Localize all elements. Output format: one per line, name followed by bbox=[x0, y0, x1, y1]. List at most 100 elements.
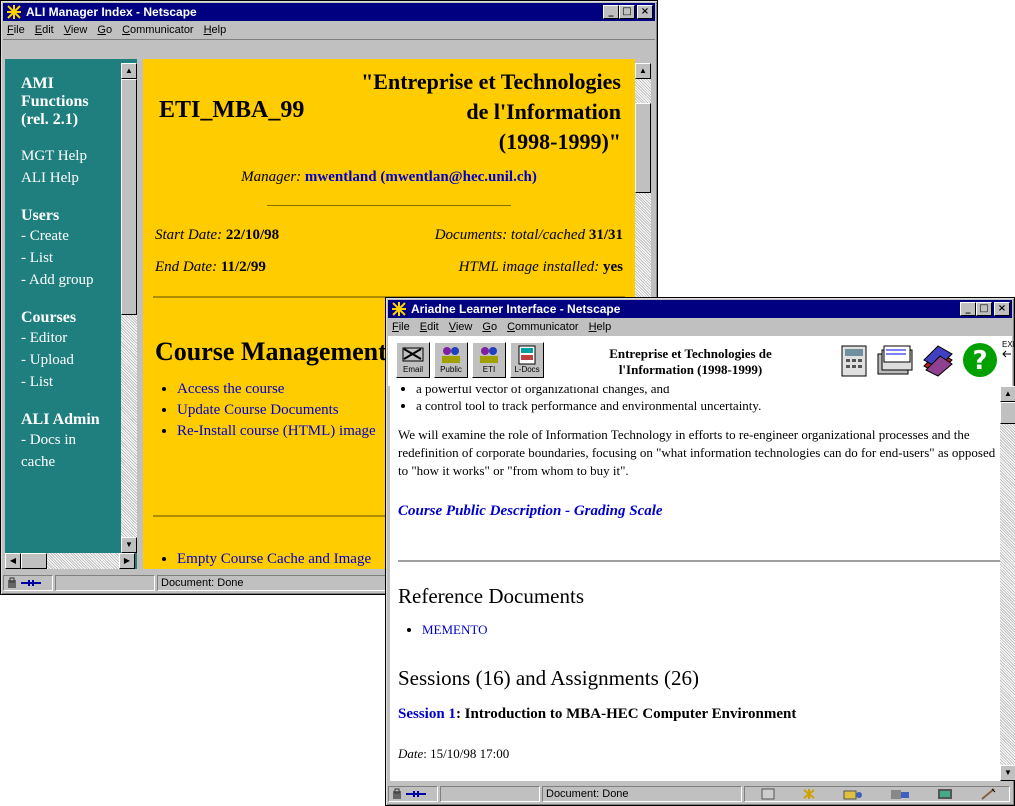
close-button[interactable]: × bbox=[637, 5, 653, 19]
manager-email-link[interactable]: (mwentlan@hec.unil.ch) bbox=[380, 169, 536, 185]
info-scroll-up-button[interactable]: ▲ bbox=[635, 63, 651, 79]
course-code: ETI_MBA_99 bbox=[159, 97, 305, 123]
minimize-button[interactable]: _ bbox=[603, 5, 619, 19]
eti-icon bbox=[480, 347, 498, 363]
navigator-icon[interactable] bbox=[761, 788, 775, 800]
learner-scroll-down-button[interactable]: ▼ bbox=[1000, 765, 1015, 781]
start-date-label: Start Date bbox=[155, 227, 218, 243]
hscroll-thumb[interactable] bbox=[21, 553, 47, 569]
netscape-icon bbox=[391, 301, 407, 317]
docs-in-cache-link-2[interactable]: cache bbox=[21, 451, 121, 473]
documents-label: Documents: total/cached bbox=[434, 227, 586, 243]
card-file-icon[interactable] bbox=[876, 344, 914, 378]
maintenance-list: Empty Course Cache and Image bbox=[157, 551, 371, 568]
menu-go[interactable]: Go bbox=[97, 24, 112, 36]
maximize-button[interactable]: □ bbox=[619, 5, 635, 19]
learner-status-text: Document: Done bbox=[542, 786, 742, 802]
reinstall-image-link[interactable]: Re-Install course (HTML) image bbox=[177, 423, 376, 439]
menu-file[interactable]: File bbox=[7, 24, 25, 36]
functions-hscrollbar[interactable]: ◀ ▶ bbox=[5, 553, 135, 569]
public-button[interactable]: Public bbox=[434, 342, 468, 378]
update-docs-link[interactable]: Update Course Documents bbox=[177, 402, 339, 418]
functions-heading-2: Functions bbox=[21, 93, 89, 110]
menu-edit[interactable]: Edit bbox=[35, 24, 54, 36]
menu-help[interactable]: Help bbox=[589, 321, 612, 333]
learner-statusbar: Document: Done bbox=[388, 785, 1012, 803]
empty-cache-link[interactable]: Empty Course Cache and Image bbox=[177, 551, 371, 567]
scroll-left-button[interactable]: ◀ bbox=[5, 553, 21, 569]
end-date-value: 11/2/99 bbox=[220, 259, 266, 275]
maximize-button[interactable]: □ bbox=[976, 302, 992, 316]
documents-value: 31/31 bbox=[588, 227, 623, 243]
manager-name-link[interactable]: mwentland bbox=[305, 169, 377, 185]
netscape-icon[interactable] bbox=[802, 788, 816, 800]
help-icon[interactable]: ? bbox=[962, 342, 998, 378]
progress-cell bbox=[440, 786, 540, 802]
mgt-help-link[interactable]: MGT Help bbox=[21, 145, 121, 167]
discussion-icon[interactable] bbox=[890, 788, 910, 800]
scroll-thumb[interactable] bbox=[121, 79, 137, 315]
memento-link[interactable]: MEMENTO bbox=[422, 622, 487, 637]
html-image-value: yes bbox=[603, 259, 623, 275]
component-bar bbox=[744, 786, 1010, 802]
close-button[interactable]: × bbox=[994, 302, 1010, 316]
menu-view[interactable]: View bbox=[64, 24, 88, 36]
info-scroll-thumb[interactable] bbox=[635, 103, 651, 193]
users-add-group-link[interactable]: - Add group bbox=[21, 269, 121, 291]
menu-go[interactable]: Go bbox=[482, 321, 497, 333]
ali-help-link[interactable]: ALI Help bbox=[21, 167, 121, 189]
menu-edit[interactable]: Edit bbox=[420, 321, 439, 333]
menu-communicator[interactable]: Communicator bbox=[122, 24, 194, 36]
course-title-line-1: "Entreprise et Technologies bbox=[361, 69, 621, 94]
exit-arrow-icon bbox=[1002, 350, 1011, 358]
scroll-down-button[interactable]: ▼ bbox=[121, 537, 137, 553]
edit-icon[interactable] bbox=[980, 788, 996, 800]
users-create-link[interactable]: - Create bbox=[21, 225, 121, 247]
course-title-line-3: (1998-1999)" bbox=[498, 129, 621, 154]
email-button[interactable]: Email bbox=[396, 342, 430, 378]
eti-button[interactable]: ETI bbox=[472, 342, 506, 378]
exit-label: EXIT bbox=[1002, 340, 1015, 349]
functions-scrollbar[interactable]: ▲ ▼ bbox=[121, 63, 137, 553]
docs-in-cache-link[interactable]: - Docs in bbox=[21, 429, 121, 451]
users-list-link[interactable]: - List bbox=[21, 247, 121, 269]
learner-scroll-thumb[interactable] bbox=[1000, 402, 1015, 424]
manager-menubar: File Edit View Go Communicator Help bbox=[3, 21, 655, 39]
public-description-link[interactable]: Course Public Description - Grading Scal… bbox=[398, 503, 663, 520]
public-icon bbox=[442, 347, 460, 363]
access-course-link[interactable]: Access the course bbox=[177, 381, 284, 397]
l-docs-icon bbox=[518, 345, 536, 365]
scroll-right-button[interactable]: ▶ bbox=[119, 553, 135, 569]
menu-file[interactable]: File bbox=[392, 321, 410, 333]
session-1-title: : Introduction to MBA-HEC Computer Envir… bbox=[455, 706, 797, 722]
mail-icon[interactable] bbox=[843, 788, 863, 800]
scroll-up-button[interactable]: ▲ bbox=[121, 63, 137, 79]
learner-scrollbar[interactable]: ▲ ▼ bbox=[1000, 386, 1015, 781]
manager-titlebar[interactable]: ALI Manager Index - Netscape _ □ × bbox=[3, 3, 655, 21]
security-icon[interactable] bbox=[388, 786, 438, 802]
learner-scroll-up-button[interactable]: ▲ bbox=[1000, 386, 1015, 402]
bullet-1: a powerful vector of organizational chan… bbox=[416, 386, 670, 396]
courses-upload-link[interactable]: - Upload bbox=[21, 349, 121, 371]
session-1-link[interactable]: Session 1 bbox=[398, 706, 456, 722]
progress-cell bbox=[55, 575, 155, 591]
netscape-icon bbox=[6, 4, 22, 20]
menu-view[interactable]: View bbox=[449, 321, 473, 333]
html-image-label: HTML image installed bbox=[458, 259, 595, 275]
calculator-icon[interactable] bbox=[840, 344, 870, 378]
menu-communicator[interactable]: Communicator bbox=[507, 321, 579, 333]
menu-help[interactable]: Help bbox=[204, 24, 227, 36]
security-icon[interactable] bbox=[3, 575, 53, 591]
svg-text:?: ? bbox=[972, 346, 987, 376]
courses-editor-link[interactable]: - Editor bbox=[21, 327, 121, 349]
course-actions-list: Access the course Update Course Document… bbox=[157, 379, 376, 442]
courses-list-link[interactable]: - List bbox=[21, 371, 121, 393]
composer-icon[interactable] bbox=[937, 788, 953, 800]
minimize-button[interactable]: _ bbox=[960, 302, 976, 316]
learner-titlebar[interactable]: Ariadne Learner Interface - Netscape _ □… bbox=[388, 300, 1012, 318]
learner-menubar: File Edit View Go Communicator Help bbox=[388, 318, 1012, 336]
l-docs-button[interactable]: L-Docs bbox=[510, 342, 544, 378]
books-icon[interactable] bbox=[920, 342, 956, 378]
learner-window-title: Ariadne Learner Interface - Netscape bbox=[411, 302, 621, 316]
exit-button[interactable]: EXIT bbox=[1002, 340, 1015, 359]
